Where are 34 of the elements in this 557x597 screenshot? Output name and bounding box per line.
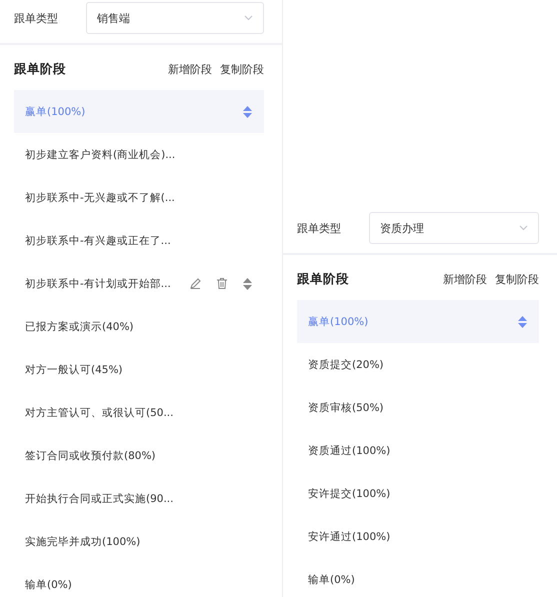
stage-item[interactable]: 安许通过(100%) <box>297 515 539 558</box>
stage-item[interactable]: 资质审核(50%) <box>297 386 539 429</box>
stage-item[interactable]: 安许提交(100%) <box>297 472 539 515</box>
sort-icon[interactable] <box>243 278 252 290</box>
stage-item[interactable]: 已报方案或演示(40%) <box>14 305 264 348</box>
field-label: 跟单类型 <box>14 10 59 26</box>
stage-item[interactable]: 签订合同或收预付款(80%) <box>14 434 264 477</box>
stage-item[interactable]: 对方一般认可(45%) <box>14 348 264 391</box>
edit-icon[interactable] <box>190 278 201 289</box>
action-link[interactable]: 复制阶段 <box>495 272 539 287</box>
sort-icon[interactable] <box>243 106 252 118</box>
type-select[interactable]: 资质办理 <box>369 212 539 244</box>
stage-item[interactable]: 初步联系中-有计划或开始部... <box>14 262 264 305</box>
stage-item[interactable]: 对方主管认可、或很认可(50... <box>14 391 264 434</box>
action-link[interactable]: 新增阶段 <box>443 272 487 287</box>
action-link[interactable]: 新增阶段 <box>168 62 212 77</box>
stage-item[interactable]: 资质通过(100%) <box>297 429 539 472</box>
stage-item[interactable]: 初步联系中-有兴趣或正在了... <box>14 219 264 262</box>
chevron-down-icon <box>244 15 253 21</box>
sort-icon[interactable] <box>518 316 527 328</box>
field-label: 跟单类型 <box>297 220 342 236</box>
stage-item[interactable]: 输单(0%) <box>297 558 539 597</box>
stage-item[interactable]: 资质提交(20%) <box>297 343 539 386</box>
delete-icon[interactable] <box>217 278 227 289</box>
stage-item[interactable]: 实施完毕并成功(100%) <box>14 520 264 563</box>
section-title: 跟单阶段 <box>297 271 349 288</box>
action-link[interactable]: 复制阶段 <box>220 62 264 77</box>
stage-item[interactable]: 输单(0%) <box>14 563 264 597</box>
stage-item[interactable]: 开始执行合同或正式实施(90... <box>14 477 264 520</box>
stage-item[interactable]: 初步建立客户资料(商业机会)... <box>14 133 264 176</box>
section-title: 跟单阶段 <box>14 61 66 78</box>
chevron-down-icon <box>519 225 528 231</box>
type-select[interactable]: 销售端 <box>86 2 264 34</box>
stage-item[interactable]: 初步联系中-无兴趣或不了解(... <box>14 176 264 219</box>
